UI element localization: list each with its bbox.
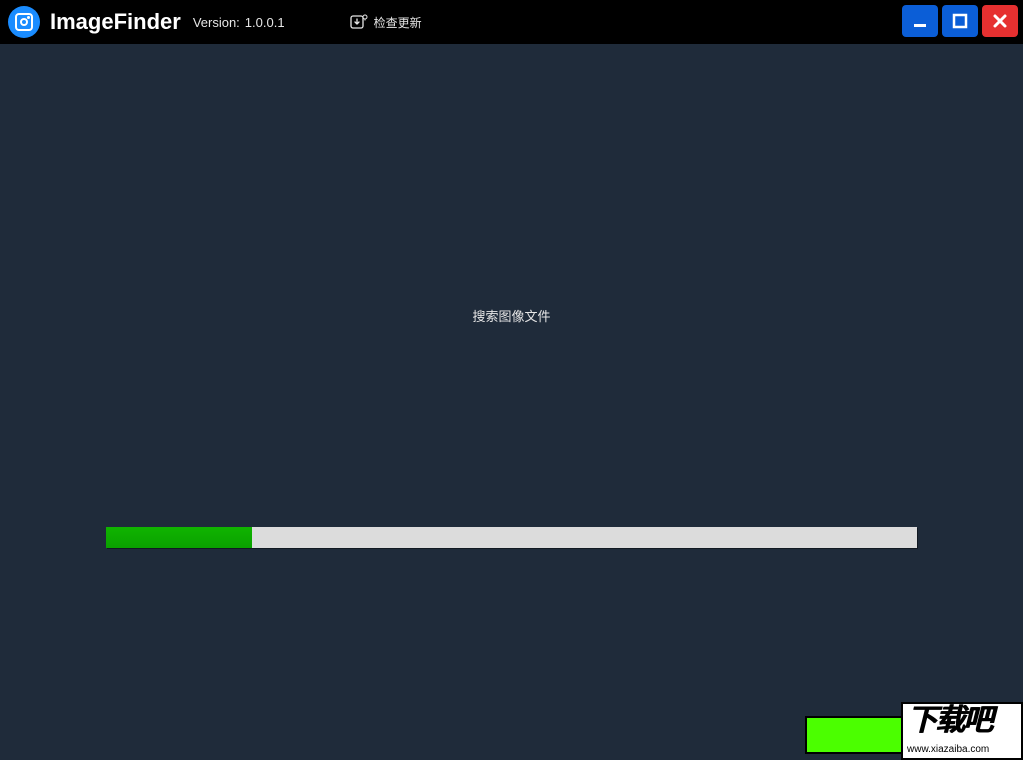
progress-bar: [106, 527, 917, 548]
watermark-text-block: 下载吧 www.xiazaiba.com: [901, 702, 1023, 760]
watermark-url: www.xiazaiba.com: [907, 744, 1017, 756]
check-update-label: 检查更新: [374, 14, 422, 31]
watermark-badge: [805, 716, 901, 754]
maximize-icon: [952, 13, 968, 29]
app-logo-icon: [8, 6, 40, 38]
progress-fill: [106, 527, 252, 548]
titlebar: ImageFinder Version: 1.0.0.1 检查更新: [0, 0, 1023, 44]
app-title: ImageFinder: [50, 9, 181, 35]
minimize-icon: [912, 13, 928, 29]
maximize-button[interactable]: [942, 5, 978, 37]
window-controls: [902, 5, 1018, 37]
minimize-button[interactable]: [902, 5, 938, 37]
content-area: 搜索图像文件 下载吧 www.xiazaiba.com: [0, 44, 1023, 760]
close-icon: [992, 13, 1008, 29]
watermark-title: 下载吧: [907, 705, 1017, 737]
close-button[interactable]: [982, 5, 1018, 37]
version-value: 1.0.0.1: [245, 15, 285, 30]
version-label: Version:: [193, 15, 240, 30]
update-icon: [350, 14, 368, 30]
status-text: 搜索图像文件: [0, 306, 1023, 325]
check-update-button[interactable]: 检查更新: [350, 14, 422, 31]
watermark: 下载吧 www.xiazaiba.com: [805, 702, 1023, 754]
